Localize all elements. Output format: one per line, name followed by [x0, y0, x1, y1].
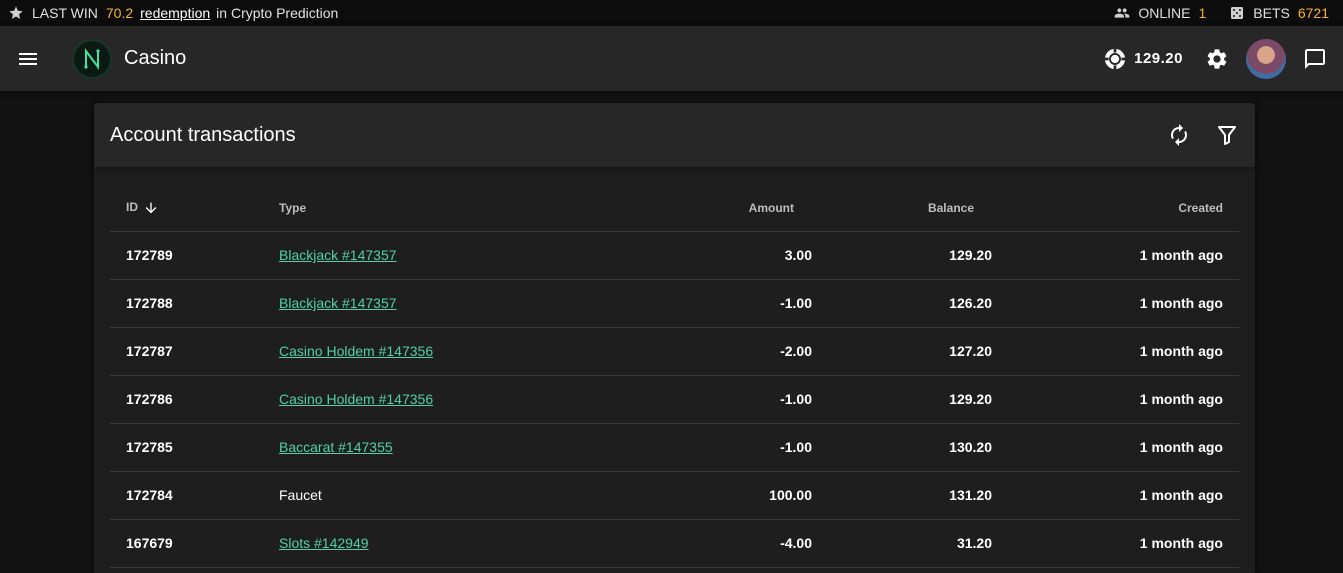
table-header-row: ID Type Amount Balance Created [110, 185, 1239, 232]
row-amount: -1.00 [608, 375, 828, 424]
last-win-game: in Crypto Prediction [216, 5, 339, 21]
header-created[interactable]: Created [1008, 185, 1239, 232]
row-type-link[interactable]: Slots #142949 [279, 535, 369, 551]
bets-label: BETS [1253, 5, 1290, 21]
balance-amount: 129.20 [1134, 50, 1183, 67]
row-type: Blackjack #147357 [263, 279, 608, 328]
row-id: 172785 [110, 423, 263, 472]
online-label: ONLINE [1138, 5, 1191, 21]
row-type-link[interactable]: Casino Holdem #147356 [279, 343, 433, 359]
table-row: 172788 Blackjack #147357 -1.00 126.20 1 … [110, 279, 1239, 328]
row-created: 1 month ago [1008, 279, 1239, 328]
star-icon [8, 5, 24, 21]
row-amount: -1.00 [608, 423, 828, 472]
app-bar: Casino 129.20 [0, 26, 1343, 91]
row-type-link[interactable]: Blackjack #147357 [279, 295, 397, 311]
last-win-info: LAST WIN 70.2 redemption in Crypto Predi… [8, 5, 338, 21]
row-balance: 127.20 [828, 327, 1008, 376]
row-type: Faucet [263, 471, 608, 520]
people-icon [1114, 5, 1130, 21]
dice-icon [1229, 5, 1245, 21]
row-type: Casino Holdem #147356 [263, 375, 608, 424]
header-amount[interactable]: Amount [608, 185, 828, 232]
row-type: Baccarat #147355 [263, 423, 608, 472]
settings-button[interactable] [1205, 47, 1229, 71]
table-row: 172786 Casino Holdem #147356 -1.00 129.2… [110, 375, 1239, 424]
row-created: 1 month ago [1008, 231, 1239, 280]
avatar[interactable] [1246, 38, 1286, 79]
table-row: 172787 Casino Holdem #147356 -2.00 127.2… [110, 327, 1239, 376]
row-created: 1 month ago [1008, 327, 1239, 376]
row-id: 172788 [110, 279, 263, 328]
online-count: 1 [1198, 5, 1207, 21]
ticker-bar: LAST WIN 70.2 redemption in Crypto Predi… [0, 0, 1343, 26]
refresh-button[interactable] [1167, 123, 1191, 147]
row-type: Slots #142949 [263, 519, 608, 568]
poker-chip-icon [1105, 48, 1126, 69]
row-created: 1 month ago [1008, 375, 1239, 424]
refresh-icon [1171, 124, 1187, 146]
row-type-link[interactable]: Baccarat #147355 [279, 439, 393, 455]
card-header: Account transactions [94, 103, 1255, 167]
row-id: 172786 [110, 375, 263, 424]
row-amount: 100.00 [608, 471, 828, 520]
menu-icon [19, 52, 37, 65]
header-id[interactable]: ID [110, 185, 263, 232]
last-win-user-link[interactable]: redemption [140, 5, 210, 21]
arrow-down-icon [146, 202, 157, 214]
row-balance: 129.20 [828, 375, 1008, 424]
menu-button[interactable] [16, 47, 40, 71]
row-id: 172787 [110, 327, 263, 376]
row-amount: -1.00 [608, 279, 828, 328]
row-balance: 31.20 [828, 519, 1008, 568]
row-created: 1 month ago [1008, 519, 1239, 568]
app-title[interactable]: Casino [124, 47, 186, 70]
row-type-link[interactable]: Casino Holdem #147356 [279, 391, 433, 407]
table-row: 172789 Blackjack #147357 3.00 129.20 1 m… [110, 231, 1239, 280]
chat-icon [1305, 48, 1325, 69]
bets-count: 6721 [1297, 5, 1329, 21]
gear-icon [1207, 48, 1227, 69]
row-type: Casino Holdem #147356 [263, 327, 608, 376]
row-balance: 129.20 [828, 231, 1008, 280]
row-created: 1 month ago [1008, 423, 1239, 472]
row-id: 172784 [110, 471, 263, 520]
row-amount: 3.00 [608, 231, 828, 280]
table-row: 167679 Slots #142949 -4.00 31.20 1 month… [110, 519, 1239, 568]
table-row: 172785 Baccarat #147355 -1.00 130.20 1 m… [110, 423, 1239, 472]
row-type: Blackjack #147357 [263, 231, 608, 280]
row-id: 172789 [110, 231, 263, 280]
card-title: Account transactions [110, 123, 296, 146]
filter-icon [1218, 126, 1236, 145]
header-type[interactable]: Type [263, 185, 608, 232]
site-stats: ONLINE 1 BETS 6721 [1114, 5, 1335, 21]
transactions-table: ID Type Amount Balance Created 172789 Bl… [110, 185, 1239, 568]
row-balance: 131.20 [828, 471, 1008, 520]
last-win-amount: 70.2 [105, 5, 134, 21]
row-type-link[interactable]: Blackjack #147357 [279, 247, 397, 263]
row-id: 167679 [110, 519, 263, 568]
logo-icon [84, 47, 100, 70]
last-win-label: LAST WIN [32, 5, 98, 21]
table-row: 172784 Faucet 100.00 131.20 1 month ago [110, 471, 1239, 520]
filter-button[interactable] [1215, 123, 1239, 147]
row-created: 1 month ago [1008, 471, 1239, 520]
balance-display[interactable]: 129.20 [1104, 48, 1183, 70]
row-amount: -2.00 [608, 327, 828, 376]
transactions-card: Account transactions ID Type Amount Bala… [94, 103, 1255, 573]
chat-button[interactable] [1303, 47, 1327, 71]
logo[interactable] [72, 38, 112, 79]
row-balance: 130.20 [828, 423, 1008, 472]
row-balance: 126.20 [828, 279, 1008, 328]
row-amount: -4.00 [608, 519, 828, 568]
header-balance[interactable]: Balance [828, 185, 1008, 232]
